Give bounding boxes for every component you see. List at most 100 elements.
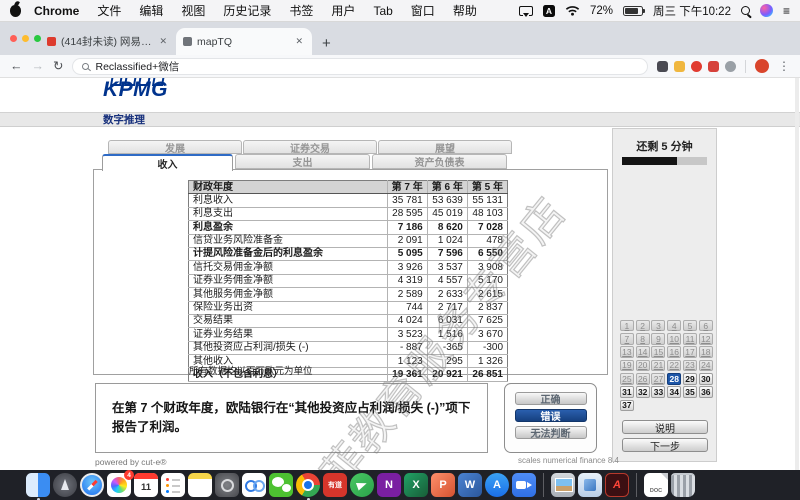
- dock-calendar-icon[interactable]: 11: [134, 473, 158, 497]
- dock-youdao-icon[interactable]: 有道: [323, 473, 347, 497]
- extension-red-circle-icon[interactable]: [691, 60, 702, 72]
- tab-close-icon[interactable]: ✕: [293, 36, 305, 47]
- menu-item-5[interactable]: 书签: [280, 4, 322, 18]
- minimize-window-button[interactable]: [22, 35, 29, 42]
- question-number-2[interactable]: 2: [635, 319, 650, 332]
- dock-finder-icon[interactable]: [26, 473, 50, 500]
- input-source-icon[interactable]: A: [542, 4, 555, 17]
- next-button[interactable]: 下一步: [622, 438, 708, 453]
- question-number-7[interactable]: 7: [619, 333, 634, 345]
- menu-item-7[interactable]: Tab: [364, 4, 401, 18]
- answer-错误[interactable]: 错误: [514, 409, 587, 423]
- question-number-11[interactable]: 11: [683, 333, 698, 345]
- menu-item-3[interactable]: 视图: [172, 4, 214, 18]
- question-number-16[interactable]: 16: [667, 346, 682, 358]
- apple-menu-icon[interactable]: [10, 4, 21, 17]
- dock-cloud-drive-icon[interactable]: [242, 473, 266, 497]
- question-number-4[interactable]: 4: [667, 319, 682, 332]
- dock-notes-icon[interactable]: [188, 473, 212, 497]
- close-window-button[interactable]: [10, 35, 17, 42]
- menu-item-1[interactable]: 文件: [88, 4, 130, 18]
- question-number-37[interactable]: 37: [619, 399, 634, 412]
- wifi-icon[interactable]: [565, 5, 580, 16]
- question-number-8[interactable]: 8: [635, 333, 650, 345]
- explain-button[interactable]: 说明: [622, 420, 708, 435]
- dock-word-icon[interactable]: W: [458, 473, 482, 497]
- page-scrollbar[interactable]: [795, 78, 799, 470]
- question-number-20[interactable]: 20: [635, 359, 650, 372]
- chrome-menu-icon[interactable]: ⋮: [778, 60, 790, 72]
- question-number-29[interactable]: 29: [683, 373, 698, 385]
- dock-onenote-icon[interactable]: N: [377, 473, 401, 497]
- menu-item-6[interactable]: 用户: [322, 4, 364, 18]
- menu-item-2[interactable]: 编辑: [130, 4, 172, 18]
- extension-gray-icon[interactable]: [725, 60, 736, 72]
- question-number-35[interactable]: 35: [683, 386, 698, 398]
- dock-reminders-icon[interactable]: [161, 473, 185, 497]
- question-number-24[interactable]: 24: [698, 359, 713, 372]
- spotlight-icon[interactable]: [740, 6, 750, 15]
- answer-正确[interactable]: 正确: [514, 392, 587, 406]
- tab-close-icon[interactable]: ✕: [157, 36, 169, 47]
- menu-item-4[interactable]: 历史记录: [214, 4, 280, 18]
- reload-button[interactable]: ↻: [53, 60, 63, 73]
- question-number-6[interactable]: 6: [698, 319, 713, 332]
- browser-tab-0[interactable]: (414封未读) 网易邮箱6.0版 ✕: [40, 28, 176, 55]
- question-number-30[interactable]: 30: [698, 373, 713, 385]
- tab-支出[interactable]: 支出: [235, 154, 370, 169]
- extension-red-grid-icon[interactable]: [708, 60, 719, 72]
- tab-发展[interactable]: 发展: [108, 140, 242, 155]
- question-number-33[interactable]: 33: [651, 386, 666, 398]
- menu-item-8[interactable]: 窗口: [402, 4, 444, 18]
- question-number-31[interactable]: 31: [619, 386, 634, 398]
- answer-无法判断[interactable]: 无法判断: [514, 426, 587, 440]
- question-number-9[interactable]: 9: [651, 333, 666, 345]
- question-number-25[interactable]: 25: [619, 373, 634, 385]
- extension-colorful-icon[interactable]: [674, 60, 685, 72]
- extension-dark-icon[interactable]: [657, 60, 668, 72]
- address-bar[interactable]: Reclassified+微信: [72, 57, 648, 75]
- dock-photos-icon[interactable]: 4: [107, 470, 134, 497]
- tab-证券交易[interactable]: 证券交易: [243, 140, 377, 155]
- browser-tab-1[interactable]: mapTQ ✕: [176, 28, 312, 55]
- menu-item-0[interactable]: Chrome: [25, 4, 88, 18]
- dock-safari-icon[interactable]: [80, 473, 104, 497]
- dock-doc-file-icon[interactable]: DOC: [644, 473, 668, 497]
- question-number-18[interactable]: 18: [698, 346, 713, 358]
- back-button[interactable]: ←: [10, 60, 23, 73]
- question-number-5[interactable]: 5: [683, 319, 698, 332]
- question-number-10[interactable]: 10: [667, 333, 682, 345]
- question-number-28[interactable]: 28: [667, 373, 682, 385]
- question-number-15[interactable]: 15: [651, 346, 666, 358]
- menu-item-9[interactable]: 帮助: [444, 4, 486, 18]
- dock-acrobat-icon[interactable]: A: [605, 473, 629, 497]
- dock-excel-icon[interactable]: X: [404, 473, 428, 497]
- question-number-26[interactable]: 26: [635, 373, 650, 385]
- question-number-32[interactable]: 32: [635, 386, 650, 398]
- question-number-17[interactable]: 17: [683, 346, 698, 358]
- dock-preview-icon[interactable]: [551, 473, 575, 497]
- question-number-12[interactable]: 12: [698, 333, 713, 345]
- dock-mail-master-icon[interactable]: [350, 473, 374, 497]
- dock-launchpad-icon[interactable]: [53, 473, 77, 497]
- tab-展望[interactable]: 展望: [378, 140, 512, 155]
- clock[interactable]: 周三 下午10:22: [653, 3, 731, 19]
- question-number-21[interactable]: 21: [651, 359, 666, 372]
- tab-收入[interactable]: 收入: [102, 154, 233, 171]
- question-number-3[interactable]: 3: [651, 319, 666, 332]
- control-center-icon[interactable]: ≡: [783, 5, 790, 17]
- dock-trash-icon[interactable]: [671, 473, 695, 497]
- dock-app-store-icon[interactable]: A: [485, 473, 509, 497]
- dock-installer-icon[interactable]: [578, 473, 602, 497]
- question-number-34[interactable]: 34: [667, 386, 682, 398]
- tab-资产负债表[interactable]: 资产负债表: [372, 154, 507, 169]
- question-number-23[interactable]: 23: [683, 359, 698, 372]
- question-number-27[interactable]: 27: [651, 373, 666, 385]
- dock-powerpoint-icon[interactable]: P: [431, 473, 455, 497]
- question-number-1[interactable]: 1: [619, 319, 634, 332]
- question-number-36[interactable]: 36: [698, 386, 713, 398]
- forward-button[interactable]: →: [32, 60, 45, 73]
- dock-settings-icon[interactable]: [215, 473, 239, 497]
- question-number-14[interactable]: 14: [635, 346, 650, 358]
- dock-tencent-meeting-icon[interactable]: [512, 473, 536, 497]
